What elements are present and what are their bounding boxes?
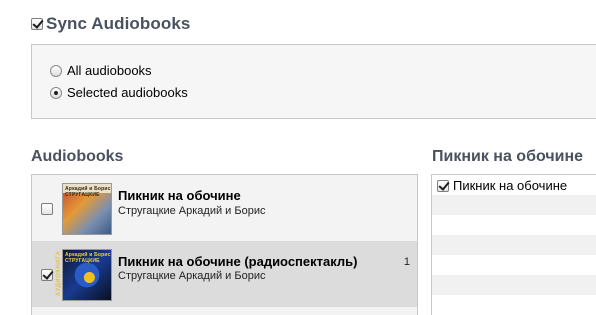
audiobook-cover: Аркадий и Борис СТРУГАЦКИЕ АУДИОКНИГА [56,249,112,301]
playlist-item-label: Пикник на обочине [453,178,568,193]
audiobook-checkbox[interactable] [41,203,53,215]
audiobook-author: Стругацкие Аркадий и Борис [118,205,266,217]
sync-options-panel: All audiobooks Selected audiobooks [31,44,596,119]
audiobook-cover: Аркадий и Борис СТРУГАЦКИЕ [62,183,112,235]
audiobooks-section-title: Audiobooks [31,148,124,165]
list-item[interactable]: Аркадий и Борис СТРУГАЦКИЕ АУДИОКНИГА Пи… [32,241,417,307]
playlist-section-title: Пикник на обочине [432,148,584,165]
selected-audiobooks-radio[interactable] [50,86,62,99]
list-item[interactable]: Пикник на обочине [437,178,567,193]
sync-audiobooks-header[interactable]: Sync Audiobooks [31,14,190,34]
option-all-audiobooks[interactable]: All audiobooks [50,63,152,78]
all-audiobooks-radio[interactable] [50,64,62,77]
sync-audiobooks-title: Sync Audiobooks [46,14,191,33]
audiobook-count: 1 [403,256,410,268]
audiobook-checkbox[interactable] [41,269,53,281]
audiobook-title: Пикник на обочине (радиоспектакль) [118,254,358,269]
option-selected-audiobooks[interactable]: Selected audiobooks [50,85,188,100]
audiobooks-list: Аркадий и Борис СТРУГАЦКИЕ Пикник на обо… [31,174,418,315]
audiobook-author: Стругацкие Аркадий и Борис [118,270,266,282]
cover-side-text: АУДИОКНИГА [56,250,62,296]
audiobook-title: Пикник на обочине [118,188,241,203]
sync-audiobooks-checkbox[interactable] [31,18,43,30]
cover-text: Аркадий и Борис СТРУГАЦКИЕ [65,252,111,264]
playlist-item-checkbox[interactable] [437,179,449,192]
all-audiobooks-label: All audiobooks [67,63,152,78]
cover-text: Аркадий и Борис СТРУГАЦКИЕ [65,186,111,198]
selected-audiobooks-label: Selected audiobooks [67,85,188,100]
playlist-list: Пикник на обочине [431,174,596,315]
list-item[interactable]: Аркадий и Борис СТРУГАЦКИЕ Пикник на обо… [32,175,417,241]
